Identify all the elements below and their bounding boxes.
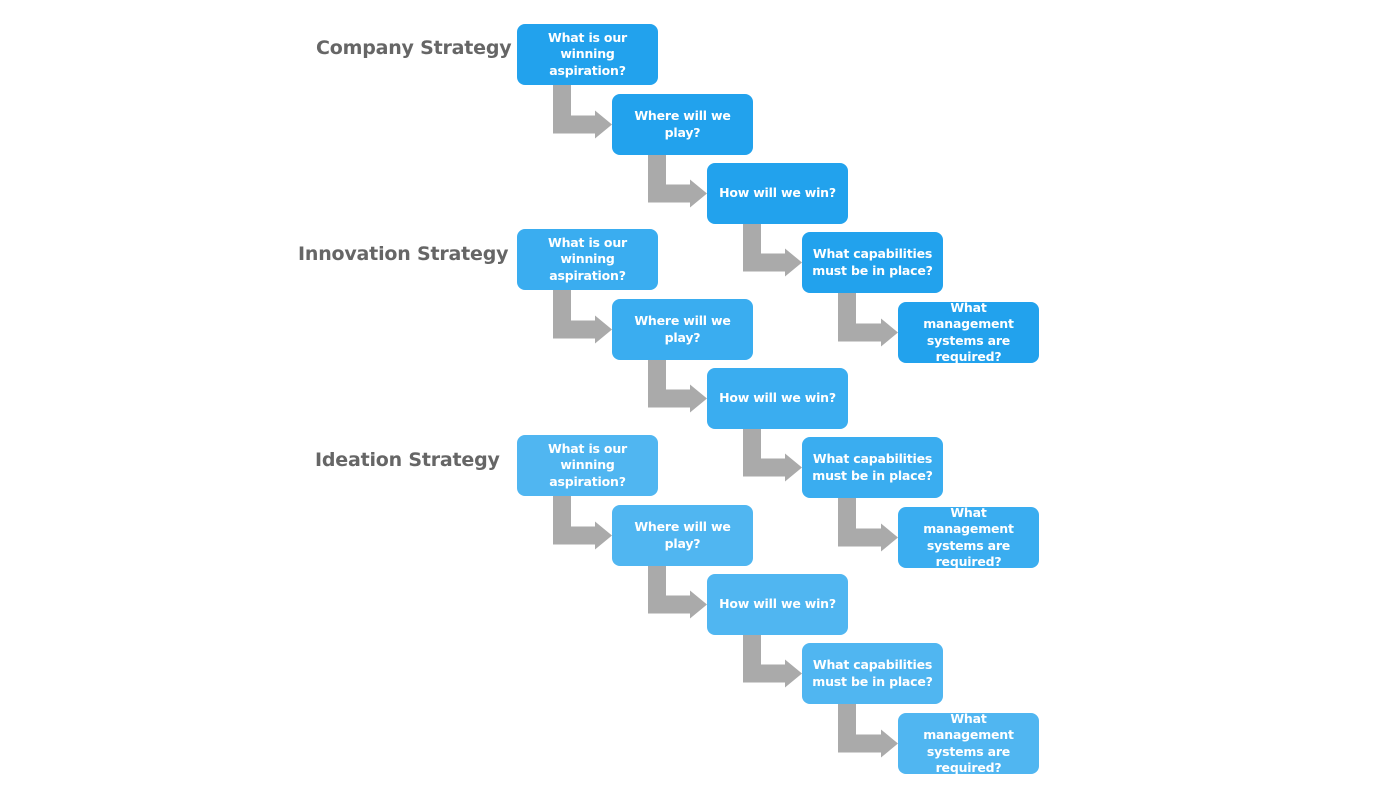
- step-text: What capabilities must be in place?: [812, 246, 933, 278]
- arrow-shape: [648, 566, 707, 619]
- arrow-shape: [553, 290, 612, 344]
- step-text: What is our winning aspiration?: [548, 29, 627, 78]
- step-box: How will we win?: [707, 574, 848, 635]
- arrow-shape: [553, 496, 612, 550]
- arrow-shape: [838, 704, 898, 758]
- arrow-shape: [743, 224, 802, 277]
- step-text: What is our winning aspiration?: [548, 234, 627, 283]
- step-text: How will we win?: [719, 390, 836, 406]
- step-text: Where will we play?: [634, 108, 731, 140]
- step-box: How will we win?: [707, 163, 848, 224]
- arrow-shape: [838, 498, 898, 552]
- elbow-arrow-icon: [743, 429, 802, 482]
- step-box: What is our winning aspiration?: [517, 435, 658, 496]
- arrow-shape: [743, 429, 802, 482]
- elbow-arrow-icon: [553, 496, 612, 550]
- elbow-arrow-icon: [743, 224, 802, 277]
- step-box: Where will we play?: [612, 505, 753, 566]
- step-text: What is our winning aspiration?: [548, 440, 627, 489]
- tier-label: Ideation Strategy: [315, 449, 500, 471]
- tier-label: Innovation Strategy: [298, 243, 509, 265]
- elbow-arrow-icon: [743, 635, 802, 688]
- step-box: Where will we play?: [612, 94, 753, 155]
- elbow-arrow-icon: [553, 290, 612, 344]
- step-text: Where will we play?: [634, 519, 731, 551]
- elbow-arrow-icon: [648, 360, 707, 413]
- step-text: What management systems are required?: [923, 710, 1014, 776]
- step-box: Where will we play?: [612, 299, 753, 360]
- elbow-arrow-icon: [648, 155, 707, 208]
- tier-label: Company Strategy: [316, 37, 512, 59]
- elbow-arrow-icon: [648, 566, 707, 619]
- arrow-shape: [743, 635, 802, 688]
- arrow-shape: [648, 155, 707, 208]
- step-text: What capabilities must be in place?: [812, 451, 933, 483]
- step-box: What is our winning aspiration?: [517, 24, 658, 85]
- step-box: What capabilities must be in place?: [802, 232, 943, 293]
- step-text: Where will we play?: [634, 313, 731, 345]
- step-box: What is our winning aspiration?: [517, 229, 658, 290]
- step-text: What management systems are required?: [923, 504, 1014, 570]
- elbow-arrow-icon: [838, 293, 898, 347]
- arrow-shape: [553, 85, 612, 139]
- step-text: What capabilities must be in place?: [812, 657, 933, 689]
- step-text: How will we win?: [719, 185, 836, 201]
- step-box: What management systems are required?: [898, 710, 1039, 776]
- step-text: How will we win?: [719, 596, 836, 612]
- arrow-shape: [648, 360, 707, 413]
- elbow-arrow-icon: [838, 704, 898, 758]
- step-box: What capabilities must be in place?: [802, 437, 943, 498]
- elbow-arrow-icon: [553, 85, 612, 139]
- step-box: What management systems are required?: [898, 299, 1039, 365]
- elbow-arrow-icon: [838, 498, 898, 552]
- step-text: What management systems are required?: [923, 299, 1014, 365]
- arrow-shape: [838, 293, 898, 347]
- step-box: What management systems are required?: [898, 504, 1039, 570]
- step-box: How will we win?: [707, 368, 848, 429]
- step-box: What capabilities must be in place?: [802, 643, 943, 704]
